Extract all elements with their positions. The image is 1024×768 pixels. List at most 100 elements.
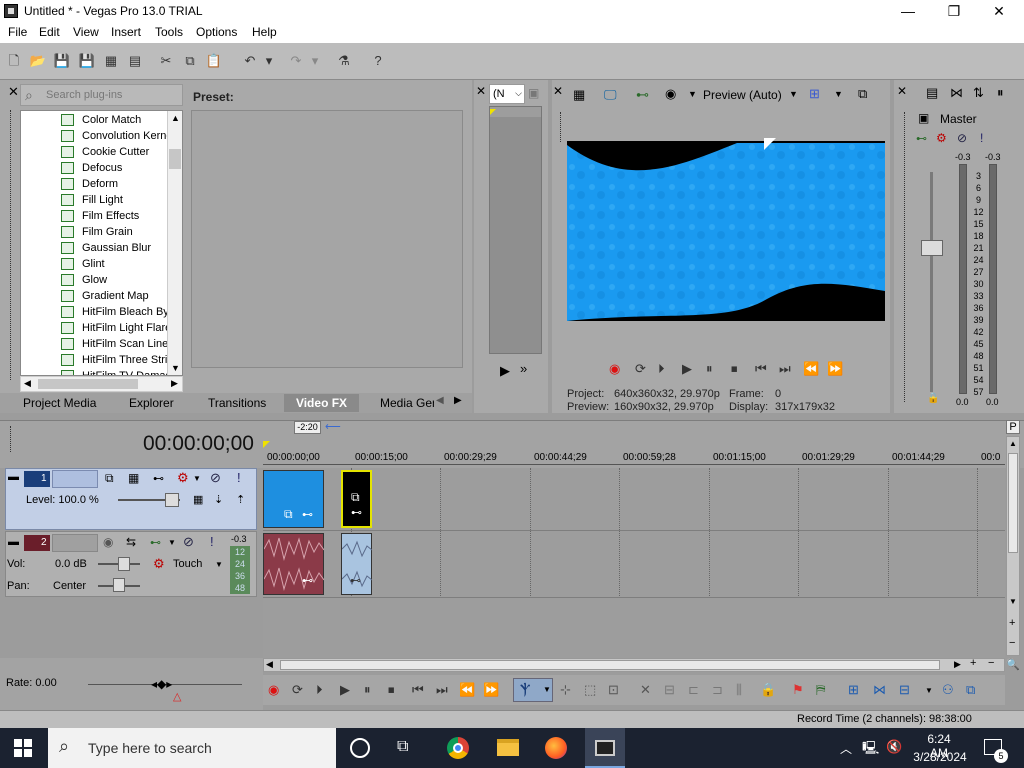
network-icon[interactable]: 🖳 [862, 739, 879, 761]
edit-tool-dropdown[interactable]: Ⲯ ▼ [513, 678, 553, 702]
video-fx-icon[interactable]: ⊷ [636, 87, 649, 103]
plugin-list-item[interactable]: Film Grain [21, 224, 182, 240]
cursor-marker-icon[interactable] [263, 441, 270, 448]
audio-clip-2[interactable]: ⊷ [341, 533, 372, 595]
firefox-icon[interactable] [545, 737, 567, 759]
play-button-icon[interactable]: ▶ [340, 682, 350, 698]
video-clip-1[interactable]: ⧉ ⊷ [263, 470, 324, 528]
save-icon[interactable]: 💾 [53, 52, 71, 70]
split-icon[interactable]: ⫼ [736, 682, 742, 698]
plugin-list-hscrollbar[interactable]: ◀ ▶ [20, 376, 183, 392]
hscroll-thumb[interactable] [280, 660, 940, 670]
loop-icon[interactable]: ⟳ [635, 361, 646, 377]
track2-fx-icon[interactable]: ⊷ [150, 536, 161, 549]
track1-automation-dropdown-icon[interactable]: ▼ [193, 474, 201, 483]
pause-button-icon[interactable]: ⏸ [364, 682, 371, 698]
crop-icon[interactable]: ⧉ [284, 507, 293, 522]
track1-icon-a[interactable]: ▦ [193, 493, 203, 506]
record-icon[interactable]: ◉ [609, 361, 620, 377]
track1-automation-icon[interactable]: ⚙ [177, 470, 189, 486]
trim-end-icon[interactable]: ⊐ [712, 682, 723, 698]
menu-insert[interactable]: Insert [111, 25, 141, 39]
plugin-list-item[interactable]: Gradient Map [21, 288, 182, 304]
undo-dropdown-icon[interactable]: ▾ [264, 52, 274, 70]
snapping-icon[interactable]: ⊟ [899, 682, 910, 698]
hscroll-right-icon[interactable]: ▶ [954, 659, 961, 670]
save-as-icon[interactable]: 💾 [78, 52, 96, 70]
scroll-right-icon[interactable]: ▶ [171, 378, 178, 389]
vscroll-down-icon[interactable]: ▼ [1009, 597, 1017, 606]
preview-close-icon[interactable]: ✕ [553, 84, 563, 98]
external-monitor-icon[interactable]: 🖵 [604, 87, 617, 103]
plugin-list-item[interactable]: Color Match [21, 112, 182, 128]
timeline-grip[interactable] [10, 426, 13, 452]
scroll-left-icon[interactable]: ◀ [24, 378, 31, 389]
trimmer-close-icon[interactable]: ✕ [476, 84, 486, 98]
track2-arm-record-icon[interactable]: ◉ [103, 535, 113, 549]
play-from-start-icon[interactable]: ⏵ [658, 361, 665, 377]
close-button[interactable]: ✕ [976, 0, 1022, 23]
track2-solo-icon[interactable]: ! [210, 534, 214, 549]
previous-frame-icon[interactable]: ⏪ [803, 361, 819, 377]
track2-invert-phase-icon[interactable]: ⇆ [126, 535, 136, 549]
scroll-down-icon[interactable]: ▼ [171, 363, 180, 373]
mixer-icon-3[interactable]: ⇅ [973, 85, 984, 101]
clip-fx-icon[interactable]: ⊷ [302, 574, 313, 587]
enable-snapping-icon[interactable]: ⚗ [335, 52, 353, 70]
track2-mode-dropdown-icon[interactable]: ▼ [215, 560, 223, 569]
insert-marker-icon[interactable]: ⚑ [792, 682, 804, 698]
stop-button-icon[interactable]: ⏹ [388, 682, 395, 698]
trim-start-icon[interactable]: ⊏ [688, 682, 699, 698]
file-explorer-icon[interactable] [497, 739, 519, 756]
redo-dropdown-icon[interactable]: ▾ [310, 52, 320, 70]
track2-minimize-icon[interactable]: ▬ [8, 536, 19, 548]
menu-file[interactable]: File [8, 25, 27, 39]
lock-envelopes-icon[interactable]: ⚇ [942, 682, 954, 698]
track1-minimize-icon[interactable]: ▬ [8, 471, 19, 483]
go-to-end-icon[interactable]: ⏭ [779, 361, 791, 377]
close-panel-icon[interactable]: ✕ [8, 84, 19, 100]
insert-region-icon[interactable]: ⛿ [816, 682, 825, 698]
crop-icon[interactable]: ⧉ [351, 490, 360, 505]
show-hidden-icons-icon[interactable]: ︿ [840, 740, 852, 757]
clip-fx-icon[interactable]: ⊷ [302, 508, 313, 521]
plugin-list-item[interactable]: HitFilm Bleach Byp [21, 304, 182, 320]
tab-explorer[interactable]: Explorer [129, 394, 174, 412]
tab-project-media[interactable]: Project Media [23, 394, 96, 412]
plugin-list-item[interactable]: HitFilm Light Flares [21, 320, 182, 336]
plugin-list-item[interactable]: Deform [21, 176, 182, 192]
envelope-tool-icon[interactable]: ⊹ [560, 682, 571, 698]
hscroll-thumb[interactable] [38, 379, 138, 389]
plugin-list-item[interactable]: Gaussian Blur [21, 240, 182, 256]
trimmer-play-icon[interactable]: ▶ [500, 363, 510, 379]
auto-crossfade-icon[interactable]: ⋈ [873, 682, 886, 698]
volume-muted-icon[interactable]: 🔇 [886, 739, 902, 755]
menu-view[interactable]: View [73, 25, 99, 39]
scroll-up-icon[interactable]: ▲ [171, 113, 180, 123]
selection-tool-icon[interactable]: ⬚ [584, 682, 596, 698]
trimmer-options-icon[interactable]: ▣ [528, 86, 539, 100]
video-clip-2[interactable]: ⧉ ⊷ [341, 470, 372, 528]
master-fader-handle[interactable] [921, 240, 943, 256]
prev-frame-button-icon[interactable]: ⏪ [459, 682, 475, 698]
rate-slider-handle[interactable]: ◂◆▸ [151, 677, 172, 691]
copy-icon[interactable]: ⧉ [181, 52, 199, 70]
master-solo-icon[interactable]: ! [980, 131, 983, 145]
task-view-icon[interactable]: ⧉ [397, 738, 408, 756]
marker-label[interactable]: -2:20 [294, 421, 321, 434]
track1-motion-icon[interactable]: ⧉ [105, 471, 114, 486]
preview-quality-dropdown[interactable]: Preview (Auto) [703, 88, 782, 102]
preview-grip[interactable] [560, 112, 563, 142]
minimize-button[interactable]: — [885, 0, 931, 23]
track1-name-field[interactable] [52, 470, 98, 488]
master-mute-icon[interactable]: ⊘ [957, 131, 967, 145]
zoom-out-vertical-icon[interactable]: − [1009, 637, 1015, 649]
snapping-dropdown-icon[interactable]: ▼ [925, 686, 933, 695]
record-button-icon[interactable]: ◉ [268, 682, 279, 698]
tab-video-fx[interactable]: Video FX [284, 394, 359, 412]
copy-snapshot-icon[interactable]: ⧉ [858, 86, 867, 102]
stop-icon[interactable]: ⏹ [731, 361, 738, 377]
track1-fx-icon[interactable]: ⊷ [153, 472, 164, 485]
plugin-list-item[interactable]: Film Effects [21, 208, 182, 224]
mixer-icon-2[interactable]: ⋈ [950, 85, 963, 101]
